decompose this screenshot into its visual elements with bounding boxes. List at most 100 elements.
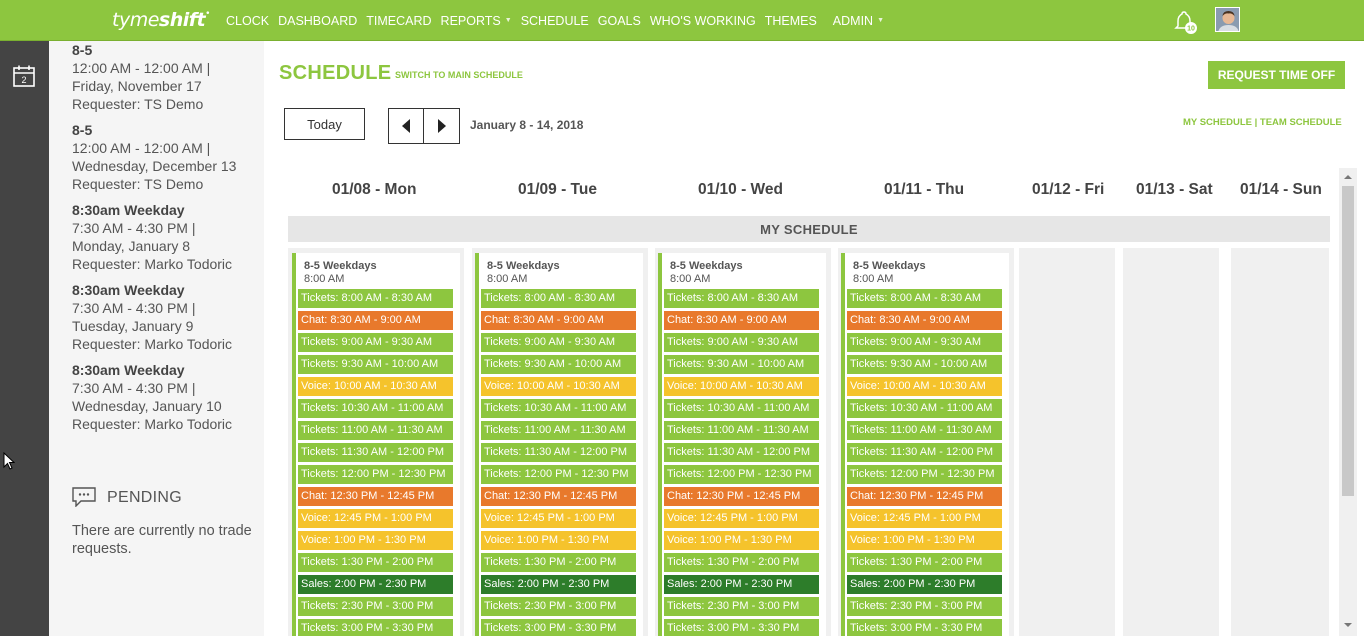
schedule-slot-tickets[interactable]: Tickets: 10:30 AM - 11:00 AM: [847, 399, 1002, 418]
schedule-slot-voice[interactable]: Voice: 12:45 PM - 1:00 PM: [847, 509, 1002, 528]
schedule-slot-tickets[interactable]: Tickets: 3:00 PM - 3:30 PM: [664, 619, 819, 636]
schedule-slot-tickets[interactable]: Tickets: 9:30 AM - 10:00 AM: [481, 355, 636, 374]
schedule-slot-tickets[interactable]: Tickets: 11:00 AM - 11:30 AM: [481, 421, 636, 440]
schedule-slot-tickets[interactable]: Tickets: 11:00 AM - 11:30 AM: [664, 421, 819, 440]
today-button[interactable]: Today: [284, 108, 365, 140]
schedule-slot-tickets[interactable]: Tickets: 9:00 AM - 9:30 AM: [481, 333, 636, 352]
schedule-slot-voice[interactable]: Voice: 1:00 PM - 1:30 PM: [664, 531, 819, 550]
trade-request-item[interactable]: 8:30am Weekday 7:30 AM - 4:30 PM | Tuesday…: [72, 281, 232, 353]
schedule-slot-voice[interactable]: Voice: 1:00 PM - 1:30 PM: [298, 531, 453, 550]
schedule-slot-tickets[interactable]: Tickets: 9:30 AM - 10:00 AM: [298, 355, 453, 374]
schedule-slot-voice[interactable]: Voice: 1:00 PM - 1:30 PM: [847, 531, 1002, 550]
request-detail-line: 7:30 AM - 4:30 PM |: [72, 300, 196, 316]
schedule-slot-sales[interactable]: Sales: 2:00 PM - 2:30 PM: [664, 575, 819, 594]
bell-icon[interactable]: 10: [1172, 9, 1198, 35]
schedule-slot-chat[interactable]: Chat: 8:30 AM - 9:00 AM: [847, 311, 1002, 330]
trade-request-item[interactable]: 8-5 12:00 AM - 12:00 AM | Wednesday, Decem…: [72, 121, 236, 193]
schedule-slot-chat[interactable]: Chat: 12:30 PM - 12:45 PM: [481, 487, 636, 506]
trade-request-item[interactable]: 8:30am Weekday 7:30 AM - 4:30 PM | Wednesd…: [72, 361, 232, 433]
schedule-slot-tickets[interactable]: Tickets: 8:00 AM - 8:30 AM: [847, 289, 1002, 308]
schedule-slot-voice[interactable]: Voice: 1:00 PM - 1:30 PM: [481, 531, 636, 550]
schedule-slot-voice[interactable]: Voice: 12:45 PM - 1:00 PM: [298, 509, 453, 528]
nav-item-goals[interactable]: GOALS: [598, 14, 641, 28]
schedule-slot-tickets[interactable]: Tickets: 11:00 AM - 11:30 AM: [847, 421, 1002, 440]
schedule-slot-tickets[interactable]: Tickets: 12:00 PM - 12:30 PM: [481, 465, 636, 484]
shift-card-tue[interactable]: 8-5 Weekdays 8:00 AM Tickets: 8:00 AM - 8:…: [475, 253, 643, 636]
schedule-slot-tickets[interactable]: Tickets: 10:30 AM - 11:00 AM: [481, 399, 636, 418]
schedule-slot-chat[interactable]: Chat: 12:30 PM - 12:45 PM: [298, 487, 453, 506]
schedule-slot-tickets[interactable]: Tickets: 1:30 PM - 2:00 PM: [298, 553, 453, 572]
nav-item-reports[interactable]: REPORTS ▼: [441, 14, 512, 28]
team-schedule-link[interactable]: TEAM SCHEDULE: [1260, 117, 1342, 128]
schedule-slot-tickets[interactable]: Tickets: 2:30 PM - 3:00 PM: [664, 597, 819, 616]
schedule-slot-sales[interactable]: Sales: 2:00 PM - 2:30 PM: [481, 575, 636, 594]
switch-to-main-schedule-link[interactable]: SWITCH TO MAIN SCHEDULE: [395, 70, 523, 80]
schedule-slot-tickets[interactable]: Tickets: 11:30 AM - 12:00 PM: [298, 443, 453, 462]
schedule-slot-tickets[interactable]: Tickets: 11:30 AM - 12:00 PM: [664, 443, 819, 462]
schedule-slot-chat[interactable]: Chat: 8:30 AM - 9:00 AM: [298, 311, 453, 330]
schedule-slot-tickets[interactable]: Tickets: 12:00 PM - 12:30 PM: [847, 465, 1002, 484]
schedule-slot-tickets[interactable]: Tickets: 2:30 PM - 3:00 PM: [298, 597, 453, 616]
calendar-icon[interactable]: 2: [12, 64, 36, 88]
schedule-slot-tickets[interactable]: Tickets: 8:00 AM - 8:30 AM: [664, 289, 819, 308]
schedule-slot-tickets[interactable]: Tickets: 9:30 AM - 10:00 AM: [664, 355, 819, 374]
next-week-button[interactable]: [424, 108, 460, 144]
nav-item-clock[interactable]: CLOCK: [226, 14, 269, 28]
schedule-slot-tickets[interactable]: Tickets: 2:30 PM - 3:00 PM: [481, 597, 636, 616]
shift-card-thu[interactable]: 8-5 Weekdays 8:00 AM Tickets: 8:00 AM - 8:…: [841, 253, 1009, 636]
scrollbar-thumb[interactable]: [1342, 186, 1354, 496]
schedule-slot-tickets[interactable]: Tickets: 1:30 PM - 2:00 PM: [664, 553, 819, 572]
schedule-slot-tickets[interactable]: Tickets: 11:00 AM - 11:30 AM: [298, 421, 453, 440]
avatar[interactable]: [1215, 7, 1240, 32]
schedule-slot-tickets[interactable]: Tickets: 8:00 AM - 8:30 AM: [481, 289, 636, 308]
schedule-slot-tickets[interactable]: Tickets: 1:30 PM - 2:00 PM: [847, 553, 1002, 572]
schedule-slot-tickets[interactable]: Tickets: 3:00 PM - 3:30 PM: [847, 619, 1002, 636]
shift-card-mon[interactable]: 8-5 Weekdays 8:00 AM Tickets: 8:00 AM - 8:…: [292, 253, 460, 636]
scroll-up-arrow-icon[interactable]: [1339, 170, 1357, 184]
schedule-slot-sales[interactable]: Sales: 2:00 PM - 2:30 PM: [298, 575, 453, 594]
schedule-slot-tickets[interactable]: Tickets: 12:00 PM - 12:30 PM: [664, 465, 819, 484]
schedule-slot-tickets[interactable]: Tickets: 9:00 AM - 9:30 AM: [847, 333, 1002, 352]
scroll-down-arrow-icon[interactable]: [1339, 618, 1357, 632]
logo[interactable]: tymeshift•: [112, 9, 210, 31]
schedule-slot-tickets[interactable]: Tickets: 8:00 AM - 8:30 AM: [298, 289, 453, 308]
schedule-slot-tickets[interactable]: Tickets: 10:30 AM - 11:00 AM: [298, 399, 453, 418]
schedule-slot-chat[interactable]: Chat: 8:30 AM - 9:00 AM: [664, 311, 819, 330]
nav-item-dashboard[interactable]: DASHBOARD: [278, 14, 357, 28]
schedule-slot-voice[interactable]: Voice: 10:00 AM - 10:30 AM: [664, 377, 819, 396]
schedule-slot-voice[interactable]: Voice: 10:00 AM - 10:30 AM: [847, 377, 1002, 396]
schedule-slot-tickets[interactable]: Tickets: 1:30 PM - 2:00 PM: [481, 553, 636, 572]
day-header: 01/13 - Sat: [1136, 181, 1213, 198]
schedule-slot-tickets[interactable]: Tickets: 3:00 PM - 3:30 PM: [298, 619, 453, 636]
schedule-slot-tickets[interactable]: Tickets: 3:00 PM - 3:30 PM: [481, 619, 636, 636]
shift-card-wed[interactable]: 8-5 Weekdays 8:00 AM Tickets: 8:00 AM - 8:…: [658, 253, 826, 636]
schedule-slot-tickets[interactable]: Tickets: 9:00 AM - 9:30 AM: [298, 333, 453, 352]
nav-item-who-s-working[interactable]: WHO'S WORKING: [650, 14, 756, 28]
vertical-scrollbar[interactable]: [1339, 168, 1357, 636]
schedule-slot-tickets[interactable]: Tickets: 9:00 AM - 9:30 AM: [664, 333, 819, 352]
previous-week-button[interactable]: [388, 108, 424, 144]
schedule-slot-tickets[interactable]: Tickets: 11:30 AM - 12:00 PM: [847, 443, 1002, 462]
nav-item-schedule[interactable]: SCHEDULE: [521, 14, 589, 28]
top-nav-bar: tymeshift• CLOCK DASHBOARD TIMECARD REPORTS…: [0, 0, 1364, 41]
schedule-slot-chat[interactable]: Chat: 8:30 AM - 9:00 AM: [481, 311, 636, 330]
trade-request-item[interactable]: 8:30am Weekday 7:30 AM - 4:30 PM | Monday,…: [72, 201, 232, 273]
schedule-slot-voice[interactable]: Voice: 12:45 PM - 1:00 PM: [664, 509, 819, 528]
schedule-slot-chat[interactable]: Chat: 12:30 PM - 12:45 PM: [847, 487, 1002, 506]
my-schedule-link[interactable]: MY SCHEDULE: [1183, 117, 1252, 128]
schedule-slot-tickets[interactable]: Tickets: 9:30 AM - 10:00 AM: [847, 355, 1002, 374]
schedule-slot-sales[interactable]: Sales: 2:00 PM - 2:30 PM: [847, 575, 1002, 594]
schedule-slot-voice[interactable]: Voice: 12:45 PM - 1:00 PM: [481, 509, 636, 528]
schedule-slot-voice[interactable]: Voice: 10:00 AM - 10:30 AM: [481, 377, 636, 396]
schedule-slot-chat[interactable]: Chat: 12:30 PM - 12:45 PM: [664, 487, 819, 506]
schedule-slot-tickets[interactable]: Tickets: 2:30 PM - 3:00 PM: [847, 597, 1002, 616]
trade-request-item[interactable]: 8-5 12:00 AM - 12:00 AM | Friday, November…: [72, 41, 210, 113]
nav-item-themes[interactable]: THEMES: [765, 14, 817, 28]
schedule-slot-tickets[interactable]: Tickets: 10:30 AM - 11:00 AM: [664, 399, 819, 418]
schedule-slot-tickets[interactable]: Tickets: 12:00 PM - 12:30 PM: [298, 465, 453, 484]
schedule-slot-voice[interactable]: Voice: 10:00 AM - 10:30 AM: [298, 377, 453, 396]
nav-item-timecard[interactable]: TIMECARD: [366, 14, 431, 28]
nav-item-admin[interactable]: ADMIN ▼: [833, 14, 884, 28]
schedule-slot-tickets[interactable]: Tickets: 11:30 AM - 12:00 PM: [481, 443, 636, 462]
request-time-off-button[interactable]: REQUEST TIME OFF: [1208, 61, 1345, 89]
